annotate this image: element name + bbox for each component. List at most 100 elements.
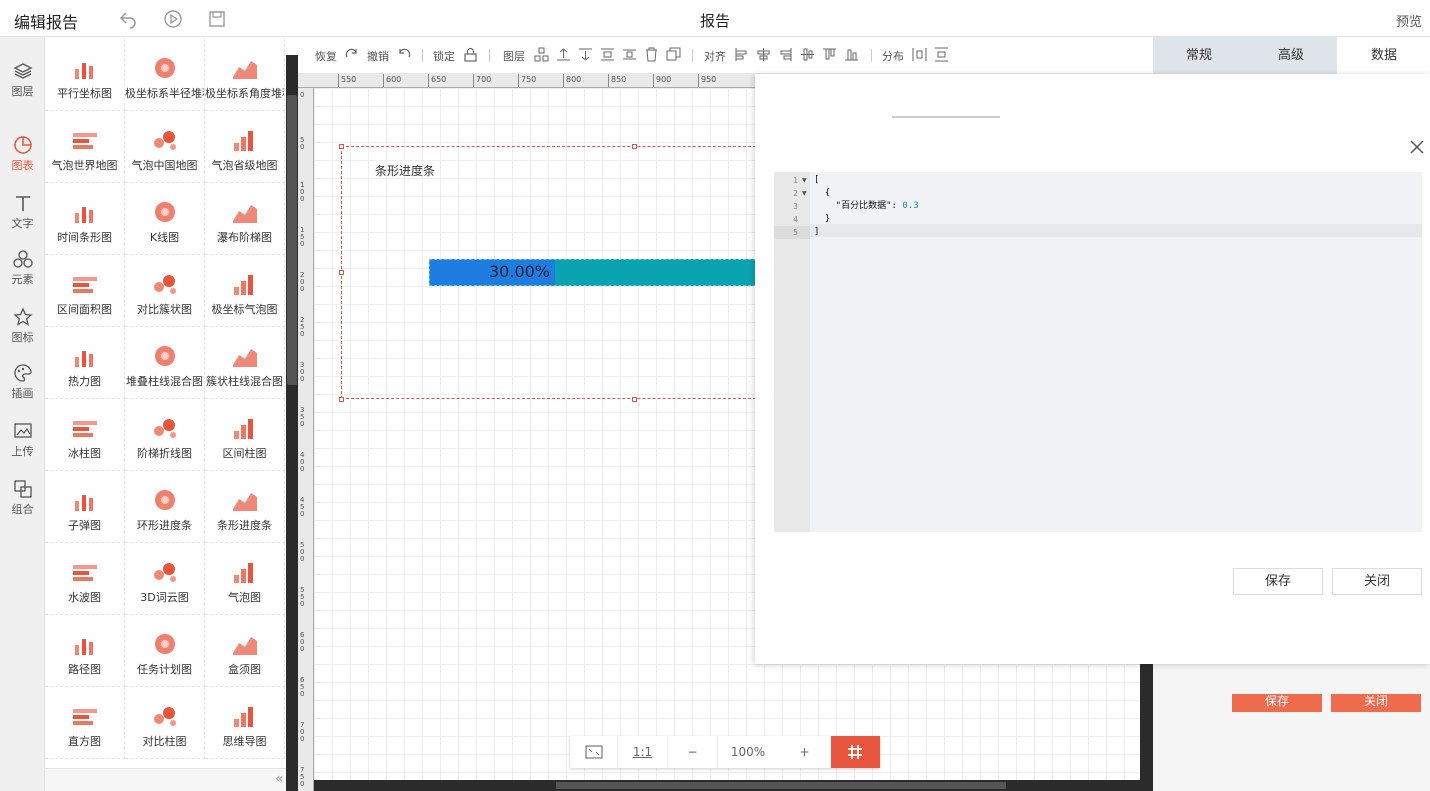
collapse-icon[interactable]: « (275, 771, 284, 787)
fold-arrow-icon[interactable]: ▼ (802, 190, 807, 197)
chart-type-item[interactable]: 水波图 (45, 543, 125, 615)
align-left-icon[interactable] (734, 47, 749, 62)
chart-type-item[interactable]: 区间面积图 (45, 255, 125, 327)
distribute-h-icon[interactable] (912, 47, 927, 62)
redo-icon[interactable] (344, 47, 359, 62)
align-right-icon[interactable] (778, 47, 793, 62)
resize-handle[interactable] (632, 144, 637, 149)
ruler-tick-label: 200 (300, 271, 305, 293)
chart-type-item[interactable]: 条形进度条 (205, 471, 285, 543)
json-code-editor[interactable]: 1 ▼ 2 ▼ 3 4 5 [ { "百分比数据": 0.3 }] (774, 172, 1422, 532)
ruler-tick-label: 650 (300, 676, 305, 698)
chart-type-item[interactable]: 气泡图 (205, 543, 285, 615)
chart-type-item[interactable]: 热力图 (45, 327, 125, 399)
lock-icon[interactable] (463, 47, 478, 62)
align-middle-icon[interactable] (622, 47, 637, 62)
layer-bottom-icon[interactable] (600, 47, 615, 62)
close-icon[interactable] (1409, 139, 1425, 155)
chart-type-item[interactable]: 思维导图 (205, 687, 285, 759)
elements-icon (12, 250, 33, 268)
range-bar-icon (233, 419, 253, 439)
chart-type-label: 气泡省级地图 (211, 159, 278, 172)
undo-button[interactable]: 撤销 (367, 48, 389, 64)
nav-item-elements[interactable]: 元素 (0, 241, 45, 297)
ruler-tick-label: 650 (428, 74, 446, 87)
panel-save-button[interactable]: 保存 (1232, 694, 1322, 712)
chart-type-label: 任务计划图 (137, 663, 192, 676)
nav-item-text[interactable]: 文字 (0, 185, 45, 241)
chart-type-item[interactable]: 路径图 (45, 615, 125, 687)
chart-type-item[interactable]: 堆叠柱线混合图 (125, 327, 205, 399)
preview-button[interactable]: 预览 (1396, 11, 1422, 30)
undo-arrow-icon[interactable] (397, 47, 412, 62)
nav-item-illustration[interactable]: 插画 (0, 355, 45, 411)
nav-label: 元素 (11, 273, 34, 286)
chart-type-item[interactable]: 瀑布阶梯图 (205, 183, 285, 255)
chart-type-item[interactable]: 盒须图 (205, 615, 285, 687)
zoom-in-button[interactable]: + (778, 736, 831, 768)
chart-type-item[interactable]: 极坐标系角度堆积 (205, 39, 285, 111)
delete-icon[interactable] (644, 47, 659, 62)
align-top-icon[interactable] (822, 47, 837, 62)
chart-type-item[interactable]: K线图 (125, 183, 205, 255)
ruler-tick-label: 550 (338, 74, 356, 87)
panel-close-button[interactable]: 关闭 (1331, 694, 1421, 712)
chart-type-item[interactable]: 气泡中国地图 (125, 111, 205, 183)
chart-type-item[interactable]: 子弹图 (45, 471, 125, 543)
chart-type-item[interactable]: 对比柱图 (125, 687, 205, 759)
chart-type-item[interactable]: 任务计划图 (125, 615, 205, 687)
chart-type-item[interactable]: 时间条形图 (45, 183, 125, 255)
panel-scrollbar[interactable] (286, 55, 298, 791)
chart-type-item[interactable]: 对比簇状图 (125, 255, 205, 327)
nav-item-icons[interactable]: 图标 (0, 299, 45, 355)
distribute-v-icon[interactable] (934, 47, 949, 62)
align-vcenter-icon[interactable] (800, 47, 815, 62)
fit-screen-button[interactable] (570, 736, 618, 768)
chart-type-item[interactable]: 气泡省级地图 (205, 111, 285, 183)
chart-type-item[interactable]: 平行坐标图 (45, 39, 125, 111)
tab-advanced[interactable]: 高级 (1245, 37, 1337, 74)
resize-handle[interactable] (339, 144, 344, 149)
lock-button[interactable]: 锁定 (433, 48, 455, 64)
chart-type-item[interactable]: 区间柱图 (205, 399, 285, 471)
resize-handle[interactable] (339, 270, 344, 275)
dialog-close-button[interactable]: 关闭 (1332, 568, 1422, 595)
actual-size-button[interactable]: 1:1 (618, 736, 668, 768)
group-icon (13, 480, 32, 498)
tab-data[interactable]: 数据 (1338, 37, 1430, 74)
chart-type-item[interactable]: 环形进度条 (125, 471, 205, 543)
nav-item-charts[interactable]: 图表 (0, 127, 45, 183)
chart-type-item[interactable]: 冰柱图 (45, 399, 125, 471)
nav-item-group[interactable]: 组合 (0, 471, 45, 527)
grid-toggle-button[interactable] (831, 736, 880, 768)
ruler-tick-label: 950 (698, 74, 716, 87)
drag-handle[interactable] (892, 116, 1000, 118)
nav-item-upload[interactable]: 上传 (0, 413, 45, 469)
chart-type-item[interactable]: 阶梯折线图 (125, 399, 205, 471)
align-bottom-icon[interactable] (844, 47, 859, 62)
dialog-save-button[interactable]: 保存 (1233, 568, 1323, 595)
restore-button[interactable]: 恢复 (315, 48, 337, 64)
progress-bar-track: 30.00% (429, 259, 756, 286)
resize-handle[interactable] (632, 397, 637, 402)
layer-top-icon[interactable] (556, 47, 571, 62)
polar-bubble-icon (233, 275, 253, 295)
layer-up-icon[interactable] (534, 47, 549, 62)
layer-down-icon[interactable] (578, 47, 593, 62)
chart-type-label: 子弹图 (68, 519, 101, 532)
chart-type-item[interactable]: 极坐标气泡图 (205, 255, 285, 327)
chart-type-label: 极坐标系角度堆积 (205, 87, 284, 100)
copy-icon[interactable] (666, 47, 681, 62)
chart-type-item[interactable]: 极坐标系半径堆积 (125, 39, 205, 111)
chart-type-item[interactable]: 簇状柱线混合图 (205, 327, 285, 399)
resize-handle[interactable] (339, 397, 344, 402)
fold-arrow-icon[interactable]: ▼ (802, 177, 807, 184)
align-center-icon[interactable] (756, 47, 771, 62)
canvas-h-scrollbar[interactable] (314, 780, 1140, 791)
tab-general[interactable]: 常规 (1153, 37, 1245, 74)
chart-type-item[interactable]: 3D词云图 (125, 543, 205, 615)
nav-item-layers[interactable]: 图层 (0, 53, 45, 109)
chart-type-item[interactable]: 气泡世界地图 (45, 111, 125, 183)
chart-type-item[interactable]: 直方图 (45, 687, 125, 759)
zoom-out-button[interactable]: − (668, 736, 718, 768)
